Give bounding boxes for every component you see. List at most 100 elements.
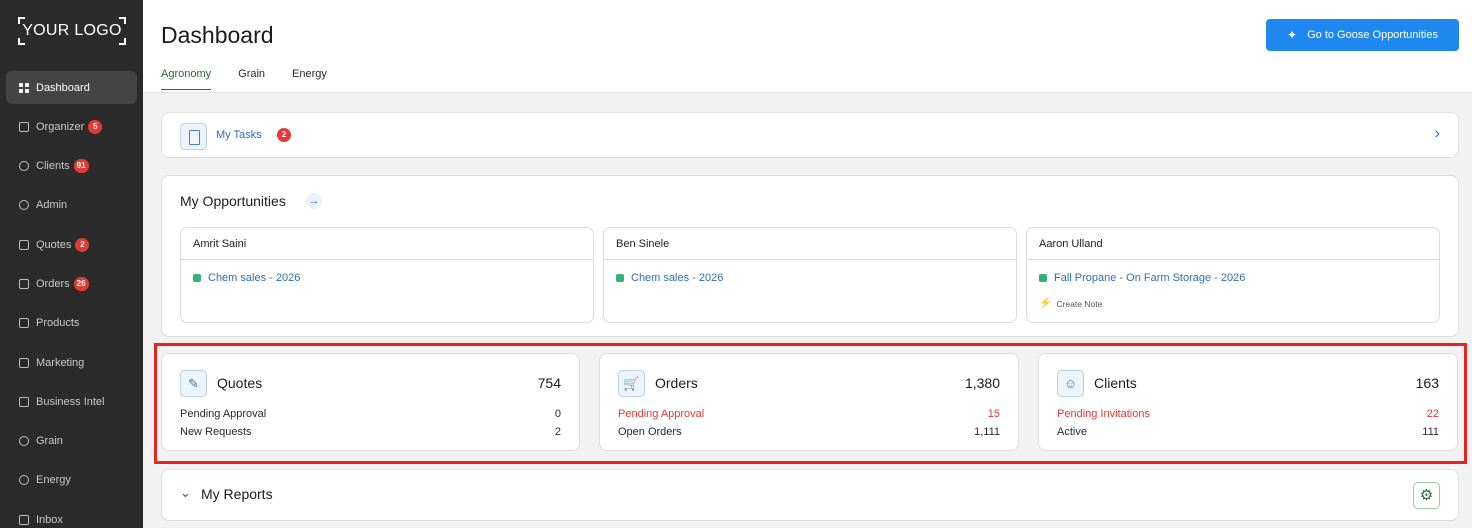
- goose-opportunities-button[interactable]: ✦ Go to Goose Opportunities: [1266, 19, 1459, 51]
- sidebar-item-label: Marketing: [36, 356, 85, 369]
- stat-row-value: 0: [554, 408, 561, 420]
- calendar-icon: [19, 121, 29, 132]
- clients-total: 163: [1415, 375, 1439, 391]
- opportunity-card[interactable]: Amrit Saini Chem sales - 2026: [180, 227, 594, 323]
- quotes-stat-card[interactable]: ✎ Quotes 754 Pending Approval 0 New Requ…: [161, 353, 580, 451]
- cart-icon: 🛒: [618, 370, 645, 397]
- sidebar-nav: Dashboard Organizer 5 Clients 91 Admin Q…: [6, 71, 137, 528]
- organizer-count-badge: 5: [88, 119, 103, 134]
- arrow-right-icon[interactable]: →: [306, 193, 322, 209]
- opportunity-owner: Aaron Ulland: [1027, 228, 1439, 260]
- stat-row-label: Open Orders: [618, 426, 682, 438]
- sidebar-item-admin[interactable]: Admin: [6, 189, 137, 222]
- orders-stat-card[interactable]: 🛒 Orders 1,380 Pending Approval 15 Open …: [599, 353, 1019, 451]
- sidebar-item-dashboard[interactable]: Dashboard: [6, 71, 137, 104]
- sidebar: YOUR LOGO Dashboard Organizer 5 Clients …: [0, 0, 143, 528]
- tab-agronomy[interactable]: Agronomy: [161, 68, 212, 90]
- quotes-total: 754: [537, 375, 561, 391]
- my-tasks-label[interactable]: My Tasks: [216, 129, 262, 141]
- tab-grain[interactable]: Grain: [238, 68, 265, 90]
- my-tasks-card[interactable]: My Tasks 2 ›: [161, 112, 1459, 158]
- box-icon: [19, 318, 29, 329]
- sidebar-item-label: Business Intel: [36, 395, 105, 408]
- users-icon: [19, 161, 29, 172]
- grain-icon: [19, 436, 29, 447]
- sidebar-item-label: Grain: [36, 435, 63, 448]
- sidebar-item-grain[interactable]: Grain: [6, 425, 137, 458]
- cart-icon: [19, 278, 29, 289]
- sidebar-item-label: Dashboard: [36, 81, 90, 94]
- clipboard-icon: [180, 123, 207, 150]
- megaphone-icon: [19, 357, 29, 368]
- sidebar-item-business-intel[interactable]: Business Intel: [6, 385, 137, 418]
- opportunity-card[interactable]: Aaron Ulland Fall Propane - On Farm Stor…: [1026, 227, 1440, 323]
- tab-energy[interactable]: Energy: [292, 68, 327, 90]
- logo-text: YOUR LOGO: [22, 22, 122, 39]
- opportunity-link[interactable]: Chem sales - 2026: [193, 272, 300, 284]
- gear-icon[interactable]: ⚙: [1413, 482, 1440, 509]
- stat-row[interactable]: Open Orders 1,111: [618, 426, 1000, 438]
- stat-row[interactable]: Pending Invitations 22: [1057, 408, 1439, 420]
- my-reports-card[interactable]: ⌄ My Reports ⚙: [161, 469, 1459, 521]
- stat-row[interactable]: New Requests 2: [180, 426, 561, 438]
- sidebar-item-products[interactable]: Products: [6, 307, 137, 340]
- stat-row-value: 2: [554, 426, 561, 438]
- orders-count-badge: 26: [73, 276, 89, 291]
- document-icon: [19, 239, 29, 250]
- chevron-down-icon[interactable]: ⌄: [180, 485, 191, 501]
- stat-row-value: 15: [987, 408, 1000, 420]
- stat-row-label: Active: [1057, 426, 1087, 438]
- sidebar-item-label: Orders: [36, 277, 70, 290]
- stat-row-value: 22: [1426, 408, 1439, 420]
- goose-icon: ✦: [1287, 28, 1298, 42]
- quotes-title: Quotes: [217, 375, 263, 391]
- admin-icon: [19, 200, 29, 211]
- sidebar-item-quotes[interactable]: Quotes 2: [6, 228, 137, 261]
- stat-row-label: New Requests: [180, 426, 252, 438]
- sidebar-item-inbox[interactable]: Inbox: [6, 503, 137, 528]
- tab-bar: Agronomy Grain Energy: [161, 68, 354, 90]
- logo[interactable]: YOUR LOGO: [18, 17, 126, 45]
- sidebar-item-label: Quotes: [36, 238, 72, 251]
- orders-total: 1,380: [964, 375, 1000, 391]
- my-opportunities-card: My Opportunities → Amrit Saini Chem sale…: [161, 175, 1459, 337]
- tasks-count-badge: 2: [277, 128, 291, 142]
- create-note-button[interactable]: ⚡ Create Note: [1039, 298, 1102, 309]
- opportunities-title: My Opportunities: [180, 193, 286, 209]
- stat-row-label: Pending Approval: [618, 408, 705, 420]
- stat-row-value: 1,111: [974, 426, 1000, 438]
- stat-row-label: Pending Invitations: [1057, 408, 1150, 420]
- stat-row[interactable]: Active 111: [1057, 426, 1439, 438]
- sidebar-item-marketing[interactable]: Marketing: [6, 346, 137, 379]
- opportunity-link[interactable]: Chem sales - 2026: [616, 272, 723, 284]
- page-header: Dashboard Agronomy Grain Energy ✦ Go to …: [143, 0, 1472, 93]
- opportunity-link-label: Fall Propane - On Farm Storage - 2026: [1054, 272, 1246, 284]
- reports-title: My Reports: [201, 486, 273, 502]
- opportunity-link[interactable]: Fall Propane - On Farm Storage - 2026: [1039, 272, 1245, 284]
- stat-row[interactable]: Pending Approval 15: [618, 408, 1000, 420]
- bolt-icon: ⚡: [1039, 298, 1052, 309]
- sidebar-item-energy[interactable]: Energy: [6, 464, 137, 497]
- energy-icon: [19, 475, 29, 486]
- opportunity-owner: Amrit Saini: [181, 228, 593, 260]
- clients-title: Clients: [1094, 375, 1137, 391]
- opportunity-owner: Ben Sinele: [604, 228, 1016, 260]
- sidebar-item-label: Clients: [36, 160, 70, 173]
- clients-count-badge: 91: [73, 159, 89, 174]
- sidebar-item-label: Inbox: [36, 513, 63, 526]
- sidebar-item-orders[interactable]: Orders 26: [6, 267, 137, 300]
- opportunity-card[interactable]: Ben Sinele Chem sales - 2026: [603, 227, 1017, 323]
- chart-icon: [19, 396, 29, 407]
- sidebar-item-organizer[interactable]: Organizer 5: [6, 110, 137, 143]
- stat-row-label: Pending Approval: [180, 408, 267, 420]
- sidebar-item-clients[interactable]: Clients 91: [6, 150, 137, 183]
- goose-button-label: Go to Goose Opportunities: [1307, 29, 1438, 41]
- clients-stat-card[interactable]: ☺ Clients 163 Pending Invitations 22 Act…: [1038, 353, 1458, 451]
- stat-row[interactable]: Pending Approval 0: [180, 408, 561, 420]
- status-dot: [193, 274, 201, 282]
- inbox-icon: [19, 514, 29, 525]
- chevron-right-icon[interactable]: ›: [1435, 125, 1440, 143]
- user-icon: ☺: [1057, 370, 1084, 397]
- status-dot: [616, 274, 624, 282]
- sidebar-item-label: Admin: [36, 199, 68, 212]
